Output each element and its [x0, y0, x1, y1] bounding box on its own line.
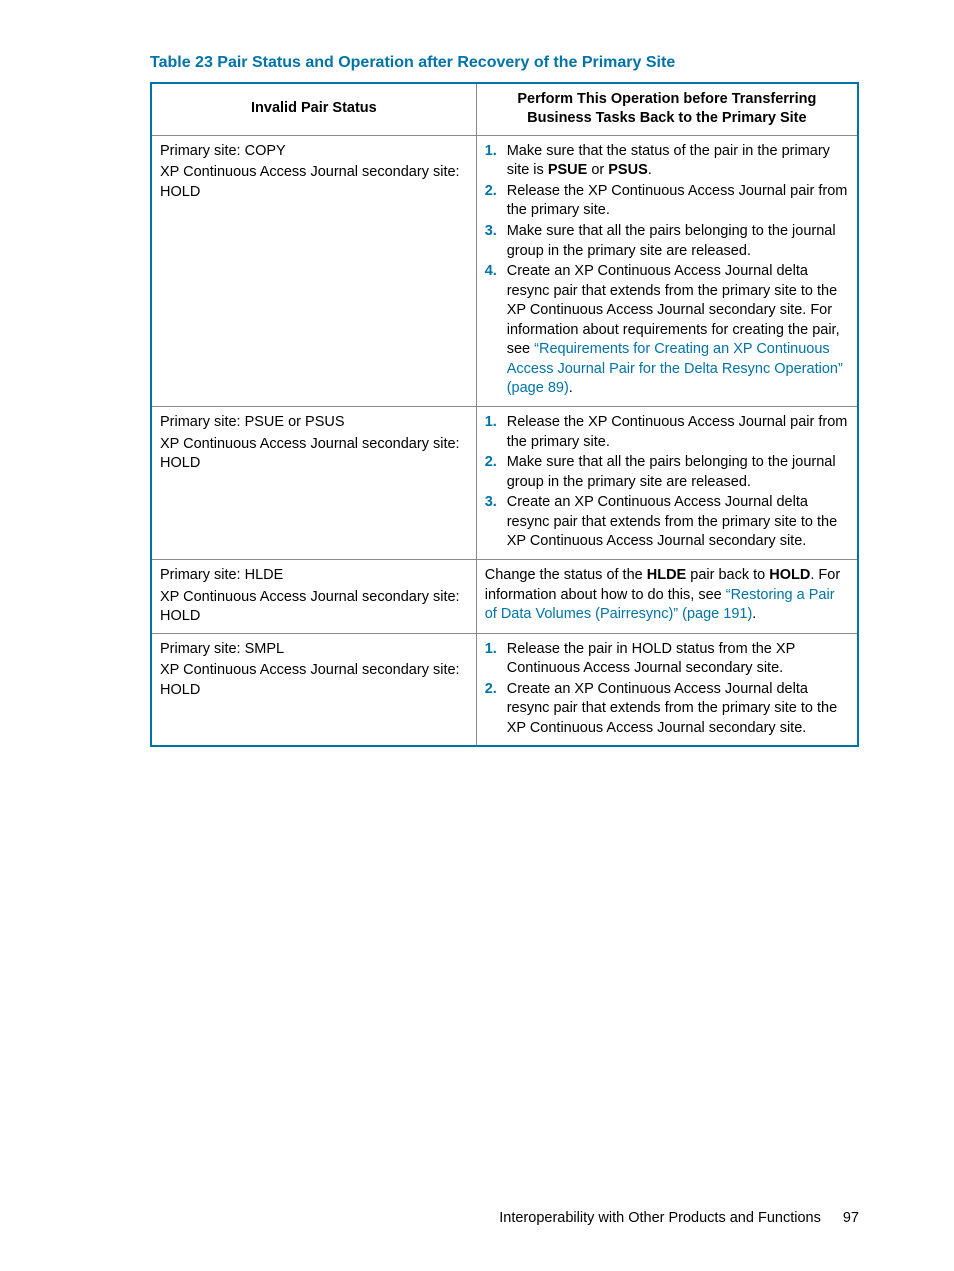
status-primary: Primary site: HLDE	[160, 566, 468, 586]
status-secondary: XP Continuous Access Journal secondary s…	[160, 588, 468, 627]
operation-list: Release the pair in HOLD status from the…	[485, 640, 849, 739]
status-primary: Primary site: SMPL	[160, 640, 468, 660]
list-item: Make sure that all the pairs belonging t…	[485, 222, 849, 261]
status-primary: Primary site: COPY	[160, 142, 468, 162]
list-item: Create an XP Continuous Access Journal d…	[485, 262, 849, 399]
footer-text: Interoperability with Other Products and…	[499, 1210, 821, 1226]
list-item: Release the XP Continuous Access Journal…	[485, 182, 849, 221]
operation-list: Make sure that the status of the pair in…	[485, 142, 849, 399]
status-secondary: XP Continuous Access Journal secondary s…	[160, 435, 468, 474]
operation-para: Change the status of the HLDE pair back …	[476, 559, 858, 633]
status-secondary: XP Continuous Access Journal secondary s…	[160, 661, 468, 700]
list-item: Make sure that all the pairs belonging t…	[485, 453, 849, 492]
list-item: Make sure that the status of the pair in…	[485, 142, 849, 181]
table-caption: Table 23 Pair Status and Operation after…	[150, 52, 859, 74]
status-secondary: XP Continuous Access Journal secondary s…	[160, 163, 468, 202]
list-item: Create an XP Continuous Access Journal d…	[485, 493, 849, 552]
page-number: 97	[843, 1210, 859, 1226]
operation-list: Release the XP Continuous Access Journal…	[485, 413, 849, 552]
table-row: Primary site: PSUE or PSUS XP Continuous…	[151, 407, 858, 560]
table-row: Primary site: COPY XP Continuous Access …	[151, 135, 858, 406]
xref-link[interactable]: “Requirements for Creating an XP Continu…	[507, 341, 843, 396]
header-operation: Perform This Operation before Transferri…	[476, 83, 858, 136]
list-item: Release the XP Continuous Access Journal…	[485, 413, 849, 452]
table-row: Primary site: SMPL XP Continuous Access …	[151, 633, 858, 746]
list-item: Create an XP Continuous Access Journal d…	[485, 680, 849, 739]
table-row: Primary site: HLDE XP Continuous Access …	[151, 559, 858, 633]
pair-status-table: Invalid Pair Status Perform This Operati…	[150, 82, 859, 748]
list-item: Release the pair in HOLD status from the…	[485, 640, 849, 679]
status-primary: Primary site: PSUE or PSUS	[160, 413, 468, 433]
header-invalid-status: Invalid Pair Status	[151, 83, 476, 136]
page-footer: Interoperability with Other Products and…	[499, 1209, 859, 1229]
